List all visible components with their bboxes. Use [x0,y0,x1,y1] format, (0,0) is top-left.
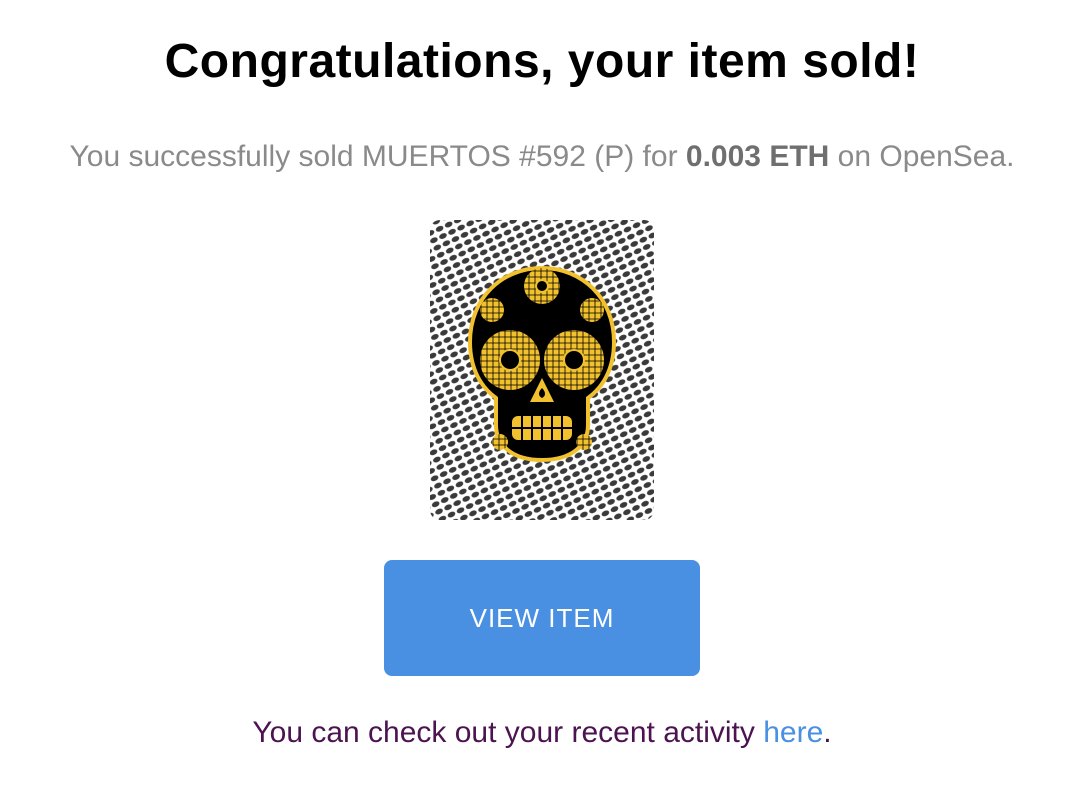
page-title: Congratulations, your item sold! [164,35,920,88]
recent-activity-prefix: You can check out your recent activity [252,716,764,749]
sale-summary: You successfully sold MUERTOS #592 (P) f… [0,140,1084,174]
sale-summary-suffix: on OpenSea. [829,140,1015,173]
sale-summary-prefix: You successfully sold MUERTOS #592 (P) f… [69,140,686,173]
recent-activity-suffix: . [823,716,832,749]
view-item-button[interactable]: VIEW ITEM [384,560,700,676]
sugar-skull-icon [430,220,654,520]
nft-image[interactable] [430,220,654,520]
recent-activity-note: You can check out your recent activity h… [0,716,1084,750]
sale-confirmation-page: Congratulations, your item sold! You suc… [0,0,1084,794]
recent-activity-link[interactable]: here [763,716,823,749]
sale-price: 0.003 ETH [685,140,830,173]
